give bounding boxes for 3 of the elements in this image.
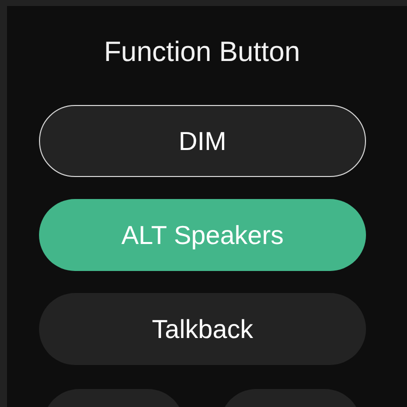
function-button[interactable]: Talkback bbox=[39, 293, 366, 365]
panel-title: Function Button bbox=[104, 35, 300, 69]
function-button[interactable]: DIM bbox=[39, 105, 366, 177]
